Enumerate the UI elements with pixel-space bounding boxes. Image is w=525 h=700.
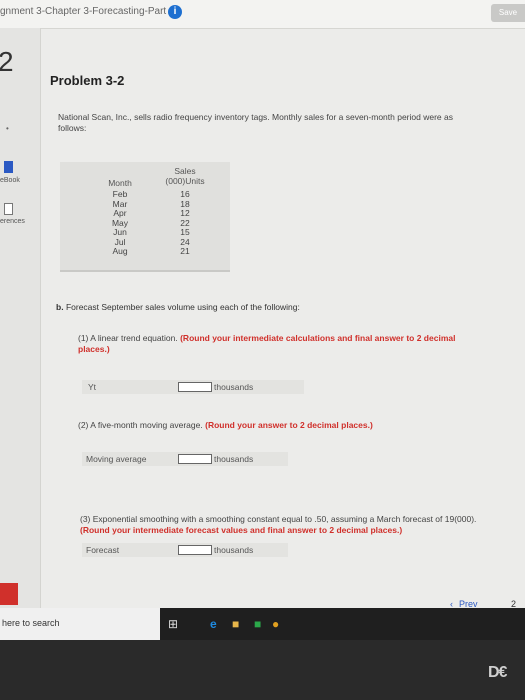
- question-2: (2) A five-month moving average. (Round …: [78, 420, 478, 430]
- question-1: (1) A linear trend equation. (Round your…: [78, 333, 478, 355]
- problem-content: Problem 3-2 National Scan, Inc., sells r…: [50, 28, 520, 609]
- assignment-title: gnment 3-Chapter 3-Forecasting-Part 1: [0, 6, 175, 17]
- file-explorer-icon[interactable]: ■: [232, 617, 239, 631]
- q2-text: (2) A five-month moving average.: [78, 420, 203, 430]
- taskbar-search[interactable]: here to search: [0, 608, 160, 640]
- table-row: Jun 15: [60, 227, 230, 238]
- table-row: Apr 12: [60, 208, 230, 219]
- edge-icon[interactable]: e: [210, 617, 217, 631]
- header-sales: Sales: [174, 166, 196, 176]
- part-b-prompt: b. Forecast September sales volume using…: [56, 302, 300, 312]
- q1-answer-label: Yt: [88, 382, 97, 392]
- q1-answer-input[interactable]: [178, 382, 212, 392]
- problem-title: Problem 3-2: [50, 73, 125, 88]
- q1-answer-row: Yt thousands: [82, 380, 304, 394]
- q2-instruction: (Round your answer to 2 decimal places.): [205, 420, 373, 430]
- cell-sales: 21: [180, 246, 190, 256]
- info-icon[interactable]: i: [168, 5, 182, 19]
- header-sales-units: (000)Units: [165, 176, 205, 186]
- q2-answer-input[interactable]: [178, 454, 212, 464]
- screen: gnment 3-Chapter 3-Forecasting-Part 1 i …: [0, 0, 525, 640]
- table-row: Jul 24: [60, 237, 230, 248]
- part-b-text: Forecast September sales volume using ea…: [65, 302, 300, 312]
- q2-answer-row: Moving average thousands: [82, 452, 288, 466]
- search-placeholder[interactable]: here to search: [2, 618, 60, 628]
- save-button[interactable]: Save: [491, 4, 525, 22]
- references-label[interactable]: erences: [0, 218, 25, 225]
- store-icon[interactable]: ■: [254, 617, 261, 631]
- table-body: Feb 16 Mar 18 Apr 12 May 22 Jun 15 Jul 2…: [60, 189, 230, 257]
- question-number: 2: [0, 46, 14, 77]
- header-month: Month: [108, 178, 132, 188]
- table-row: May 22: [60, 218, 230, 229]
- cell-month: Aug: [112, 246, 128, 256]
- q3-answer-input[interactable]: [178, 545, 212, 555]
- q2-answer-label: Moving average: [86, 454, 147, 464]
- task-view-icon[interactable]: ⊞: [168, 617, 178, 631]
- table-row: Mar 18: [60, 199, 230, 210]
- q2-unit: thousands: [214, 454, 254, 464]
- question-3: (3) Exponential smoothing with a smoothi…: [80, 514, 490, 535]
- top-bar: gnment 3-Chapter 3-Forecasting-Part 1 i …: [0, 0, 525, 29]
- table-row: Aug 21: [60, 246, 230, 257]
- q3-unit: thousands: [214, 545, 254, 555]
- problem-intro: National Scan, Inc., sells radio frequen…: [58, 112, 453, 133]
- references-icon[interactable]: [4, 203, 13, 215]
- windows-taskbar: here to search ⊞ e ■ ■ ●: [0, 608, 525, 640]
- q3-instruction: (Round your intermediate forecast values…: [80, 524, 403, 535]
- chrome-icon[interactable]: ●: [272, 617, 279, 631]
- part-b-label: b.: [56, 302, 64, 312]
- q3-answer-row: Forecast thousands: [82, 543, 288, 557]
- red-tab[interactable]: [0, 583, 18, 605]
- ebook-label[interactable]: eBook: [0, 177, 20, 184]
- q1-unit: thousands: [214, 382, 254, 392]
- left-sidebar: 2 • eBook erences: [0, 28, 41, 640]
- dell-logo: D€: [488, 664, 507, 681]
- ebook-icon[interactable]: [4, 161, 13, 173]
- q1-text: (1) A linear trend equation.: [78, 333, 178, 343]
- table-divider: [60, 270, 230, 272]
- q3-answer-label: Forecast: [86, 545, 120, 555]
- sales-table: Month Sales (000)Units Feb 16 Mar 18 Apr…: [60, 162, 230, 272]
- table-header: Month Sales (000)Units: [60, 162, 230, 190]
- q3-text: (3) Exponential smoothing with a smoothi…: [80, 514, 477, 524]
- nav-dot: •: [6, 124, 9, 133]
- table-row: Feb 16: [60, 189, 230, 200]
